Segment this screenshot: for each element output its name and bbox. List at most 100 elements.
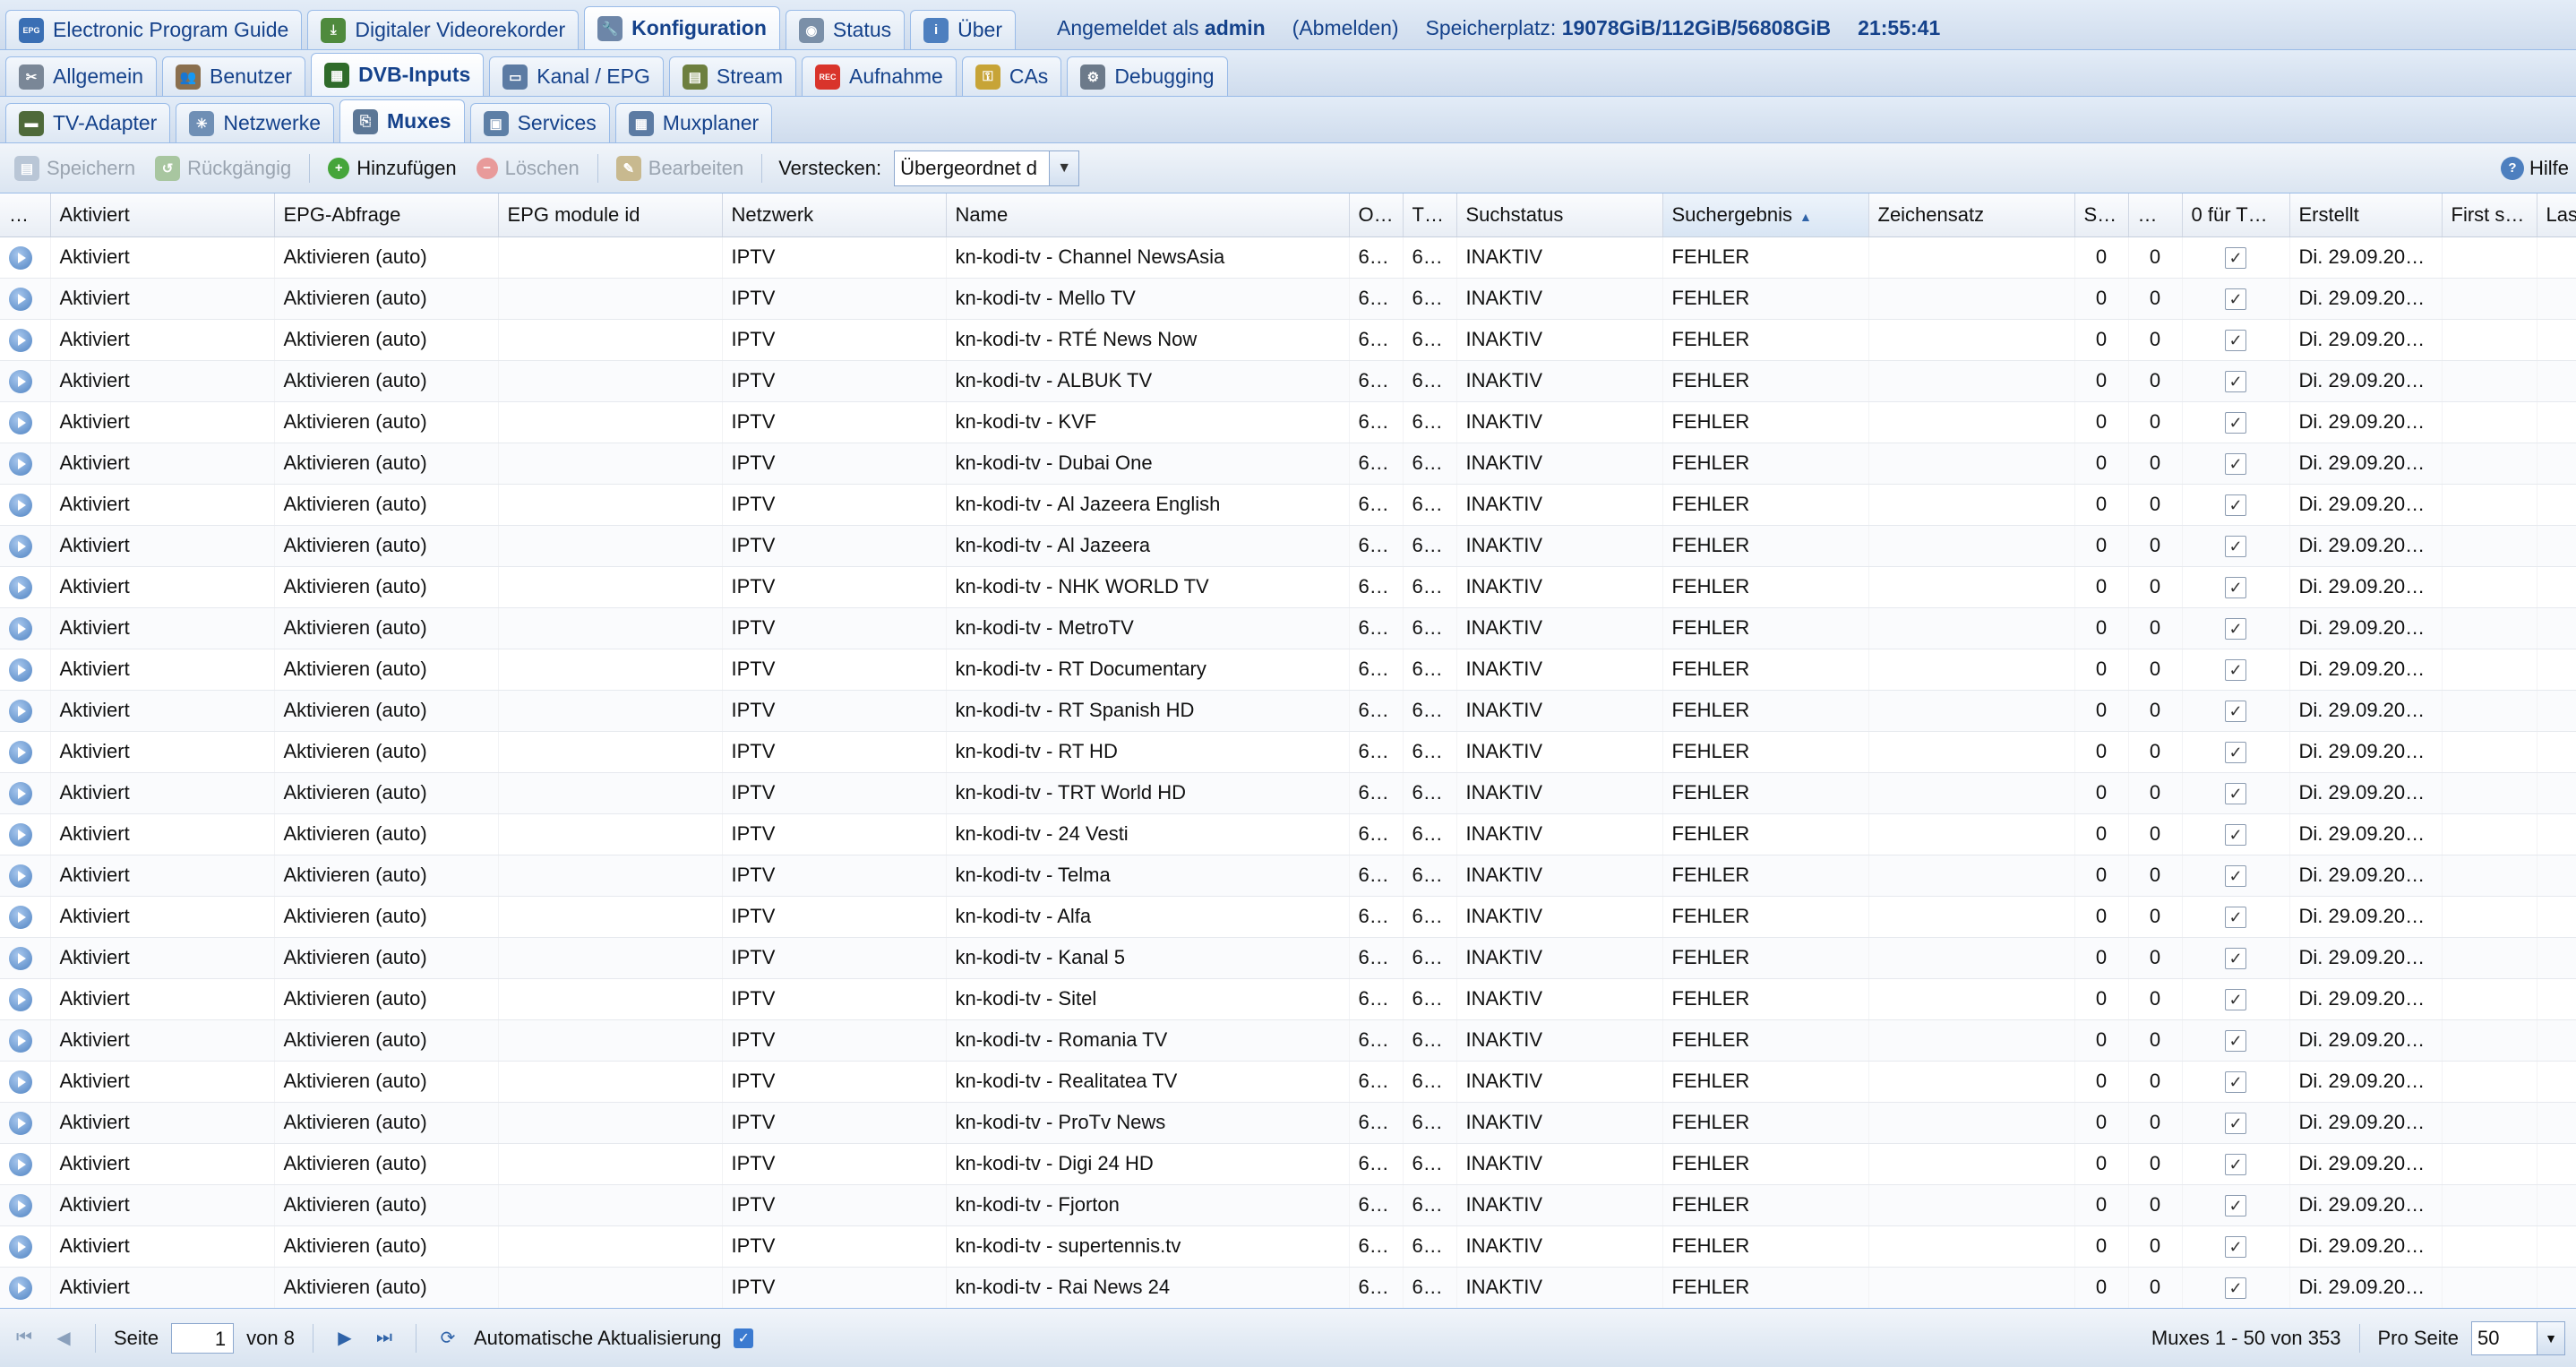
per-page-select[interactable]: 50 ▼ xyxy=(2471,1320,2565,1355)
delete-button[interactable]: − Löschen xyxy=(469,150,587,186)
column-header[interactable]: … xyxy=(2128,193,2183,237)
table-row[interactable]: Aktiviert Aktivieren (auto) IPTV kn-kodi-tv… xyxy=(0,319,2576,361)
row-checkbox[interactable]: ✓ xyxy=(2225,1071,2246,1094)
table-row[interactable]: Aktiviert Aktivieren (auto) IPTV kn-kodi-tv… xyxy=(0,896,2576,938)
table-row[interactable]: Aktiviert Aktivieren (auto) IPTV kn-kodi-tv… xyxy=(0,1143,2576,1185)
table-row[interactable]: Aktiviert Aktivieren (auto) IPTV kn-kodi-tv… xyxy=(0,937,2576,979)
row-checkbox[interactable]: ✓ xyxy=(2225,907,2246,929)
play-icon[interactable] xyxy=(9,822,32,847)
play-icon[interactable] xyxy=(9,1234,32,1259)
table-row[interactable]: Aktiviert Aktivieren (auto) IPTV kn-kodi-tv… xyxy=(0,484,2576,526)
refresh-icon[interactable]: ⟳ xyxy=(434,1325,461,1352)
row-checkbox[interactable]: ✓ xyxy=(2225,1236,2246,1259)
config-tab-6[interactable]: ⚿ CAs xyxy=(961,56,1062,96)
column-header[interactable]: … xyxy=(0,193,51,237)
dvb-tab-0[interactable]: ▬ TV-Adapter xyxy=(5,103,171,142)
table-row[interactable]: Aktiviert Aktivieren (auto) IPTV kn-kodi-tv… xyxy=(0,1225,2576,1268)
play-icon[interactable] xyxy=(9,1028,32,1053)
table-row[interactable]: Aktiviert Aktivieren (auto) IPTV kn-kodi-tv… xyxy=(0,236,2576,279)
column-header[interactable]: Erstellt xyxy=(2289,193,2443,237)
last-page-icon[interactable]: ⏭ xyxy=(371,1325,398,1352)
column-header[interactable]: Netzwerk xyxy=(722,193,947,237)
add-button[interactable]: + Hinzufügen xyxy=(321,150,463,186)
first-page-icon[interactable]: ⏮ xyxy=(11,1325,38,1352)
row-checkbox[interactable]: ✓ xyxy=(2225,989,2246,1011)
main-tab-0[interactable]: EPG Electronic Program Guide xyxy=(5,10,303,49)
play-icon[interactable] xyxy=(9,1152,32,1176)
row-checkbox[interactable]: ✓ xyxy=(2225,536,2246,558)
table-row[interactable]: Aktiviert Aktivieren (auto) IPTV kn-kodi-tv… xyxy=(0,401,2576,443)
config-tab-2[interactable]: ▦ DVB-Inputs xyxy=(311,53,485,96)
play-icon[interactable] xyxy=(9,493,32,517)
table-row[interactable]: Aktiviert Aktivieren (auto) IPTV kn-kodi-tv… xyxy=(0,813,2576,855)
play-icon[interactable] xyxy=(9,1070,32,1094)
main-tab-4[interactable]: i Über xyxy=(910,10,1016,49)
row-checkbox[interactable]: ✓ xyxy=(2225,701,2246,723)
dvb-tab-4[interactable]: ▦ Muxplaner xyxy=(614,103,773,142)
hide-select[interactable]: Übergeordnet d ▼ xyxy=(894,150,1080,186)
dvb-tab-3[interactable]: ▣ Services xyxy=(469,103,610,142)
table-row[interactable]: Aktiviert Aktivieren (auto) IPTV kn-kodi-tv… xyxy=(0,649,2576,691)
table-row[interactable]: Aktiviert Aktivieren (auto) IPTV kn-kodi-tv… xyxy=(0,690,2576,732)
play-icon[interactable] xyxy=(9,658,32,682)
dvb-tab-2[interactable]: ⎘ Muxes xyxy=(339,99,465,142)
column-header[interactable]: Suchergebnis ▲ xyxy=(1662,193,1869,237)
column-header[interactable]: Suchstatus xyxy=(1456,193,1663,237)
row-checkbox[interactable]: ✓ xyxy=(2225,1030,2246,1053)
play-icon[interactable] xyxy=(9,1111,32,1135)
row-checkbox[interactable]: ✓ xyxy=(2225,1154,2246,1176)
column-header[interactable]: Zeichensatz xyxy=(1868,193,2075,237)
column-header[interactable]: S… xyxy=(2074,193,2129,237)
table-row[interactable]: Aktiviert Aktivieren (auto) IPTV kn-kodi-tv… xyxy=(0,566,2576,608)
table-row[interactable]: Aktiviert Aktivieren (auto) IPTV kn-kodi-tv… xyxy=(0,1019,2576,1062)
play-icon[interactable] xyxy=(9,328,32,352)
play-icon[interactable] xyxy=(9,245,32,270)
chevron-down-icon[interactable]: ▼ xyxy=(2537,1321,2564,1354)
prev-page-icon[interactable]: ◀ xyxy=(50,1325,77,1352)
row-checkbox[interactable]: ✓ xyxy=(2225,577,2246,599)
row-checkbox[interactable]: ✓ xyxy=(2225,371,2246,393)
table-row[interactable]: Aktiviert Aktivieren (auto) IPTV kn-kodi-tv… xyxy=(0,443,2576,485)
dvb-tab-1[interactable]: ✳ Netzwerke xyxy=(176,103,334,142)
play-icon[interactable] xyxy=(9,1276,32,1300)
play-icon[interactable] xyxy=(9,740,32,764)
column-header[interactable]: 0 für T… xyxy=(2182,193,2290,237)
row-checkbox[interactable]: ✓ xyxy=(2225,824,2246,847)
play-icon[interactable] xyxy=(9,616,32,641)
main-tab-3[interactable]: ◉ Status xyxy=(785,10,906,49)
play-icon[interactable] xyxy=(9,575,32,599)
table-row[interactable]: Aktiviert Aktivieren (auto) IPTV kn-kodi-tv… xyxy=(0,607,2576,649)
column-header[interactable]: Name xyxy=(946,193,1350,237)
row-checkbox[interactable]: ✓ xyxy=(2225,618,2246,641)
row-checkbox[interactable]: ✓ xyxy=(2225,1195,2246,1217)
column-header[interactable]: O… xyxy=(1349,193,1404,237)
table-row[interactable]: Aktiviert Aktivieren (auto) IPTV kn-kodi-tv… xyxy=(0,1061,2576,1103)
config-tab-7[interactable]: ⚙ Debugging xyxy=(1067,56,1228,96)
table-row[interactable]: Aktiviert Aktivieren (auto) IPTV kn-kodi-tv… xyxy=(0,525,2576,567)
row-checkbox[interactable]: ✓ xyxy=(2225,783,2246,805)
main-tab-1[interactable]: ⤓ Digitaler Videorekorder xyxy=(307,10,580,49)
play-icon[interactable] xyxy=(9,1193,32,1217)
table-row[interactable]: Aktiviert Aktivieren (auto) IPTV kn-kodi-tv… xyxy=(0,731,2576,773)
row-checkbox[interactable]: ✓ xyxy=(2225,288,2246,311)
main-tab-2[interactable]: 🔧 Konfiguration xyxy=(584,6,780,49)
play-icon[interactable] xyxy=(9,864,32,888)
logout-link[interactable]: (Abmelden) xyxy=(1292,16,1399,40)
row-checkbox[interactable]: ✓ xyxy=(2225,659,2246,682)
page-input[interactable]: 1 xyxy=(171,1322,235,1354)
column-header[interactable]: T… xyxy=(1403,193,1457,237)
play-icon[interactable] xyxy=(9,699,32,723)
play-icon[interactable] xyxy=(9,534,32,558)
config-tab-3[interactable]: ▭ Kanal / EPG xyxy=(489,56,664,96)
play-icon[interactable] xyxy=(9,287,32,311)
play-icon[interactable] xyxy=(9,410,32,434)
help-button[interactable]: ? Hilfe xyxy=(2500,156,2569,180)
next-page-icon[interactable]: ▶ xyxy=(331,1325,358,1352)
row-checkbox[interactable]: ✓ xyxy=(2225,1277,2246,1300)
play-icon[interactable] xyxy=(9,905,32,929)
column-header[interactable]: First s… xyxy=(2442,193,2537,237)
chevron-down-icon[interactable]: ▼ xyxy=(1049,150,1079,185)
row-checkbox[interactable]: ✓ xyxy=(2225,742,2246,764)
auto-refresh-checkbox[interactable]: ✓ xyxy=(734,1328,754,1348)
row-checkbox[interactable]: ✓ xyxy=(2225,948,2246,970)
